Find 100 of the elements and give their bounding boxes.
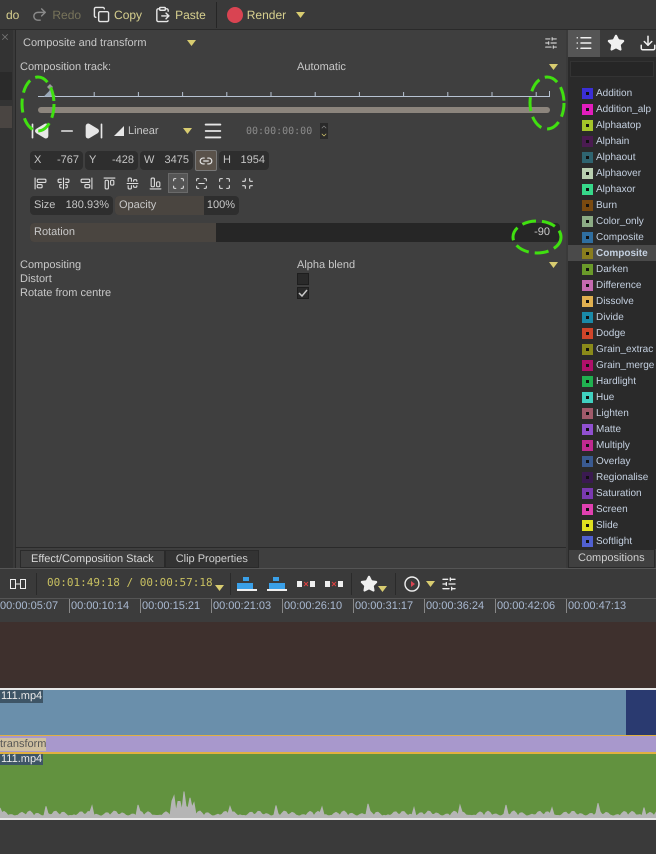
y-field[interactable]: Y -428 — [85, 151, 138, 170]
interpolation-dropdown[interactable]: Linear — [114, 122, 192, 140]
remove-icon[interactable] — [296, 578, 315, 588]
composition-item[interactable]: Alphaover — [568, 165, 656, 181]
copy-icon — [93, 6, 110, 23]
panel-tab[interactable]: Effect/Composition Stack — [20, 550, 165, 568]
align-icon — [102, 176, 116, 190]
caret-icon — [378, 586, 387, 592]
remove-icon[interactable] — [324, 578, 343, 588]
composition-item[interactable]: Alphaxor — [568, 181, 656, 197]
copy-button[interactable]: Copy — [87, 2, 148, 28]
checkbox[interactable] — [297, 287, 309, 299]
composition-name: transform — [0, 738, 46, 750]
parameter-label: Distort — [20, 272, 53, 286]
insert-icon[interactable] — [266, 576, 287, 590]
composition-item[interactable]: Multiply — [568, 437, 656, 453]
star-icon — [607, 34, 625, 52]
paste-icon — [154, 6, 172, 23]
composition-item[interactable]: Slide — [568, 517, 656, 533]
composition-item[interactable]: Addition_alp — [568, 101, 656, 117]
ruler-label: 00:00:15:21 — [140, 599, 211, 613]
zoom-scrollbar[interactable] — [38, 107, 550, 113]
link-button[interactable] — [195, 150, 217, 171]
composition-item[interactable]: Composite — [568, 229, 656, 245]
align-icon — [34, 176, 46, 190]
width-field[interactable]: W 3475 — [140, 151, 193, 170]
composition-item[interactable]: Saturation — [568, 485, 656, 501]
ruler-label: 00:00:47:13 — [566, 599, 637, 613]
dropdown-caret-icon — [296, 12, 306, 18]
ruler-label: 00:00:31:17 — [353, 599, 424, 613]
highlight-ellipse — [510, 218, 564, 256]
previous-keyframe-icon[interactable] — [30, 121, 50, 141]
close-icon[interactable] — [0, 32, 10, 42]
clip-name: 111.mp4 — [0, 754, 44, 765]
clip-name: 111.mp4 — [0, 690, 44, 703]
composition-item[interactable]: Burn — [568, 197, 656, 213]
effect-dropdown[interactable]: Composite and transform — [23, 34, 196, 52]
composition-item[interactable]: Alphaatop — [568, 117, 656, 133]
composition-item[interactable]: Difference — [568, 277, 656, 293]
align-icon — [126, 176, 138, 190]
ruler-label: 00:00:21:03 — [211, 599, 282, 613]
composition-item[interactable]: Regionalise — [568, 469, 656, 485]
ramp-icon — [114, 126, 124, 136]
ruler-label: 00:00:36:24 — [424, 599, 495, 613]
align-icon — [218, 176, 230, 190]
composition-item[interactable]: Hardlight — [568, 373, 656, 389]
composition-item[interactable]: Screen — [568, 501, 656, 517]
settings-icon[interactable] — [544, 36, 558, 50]
undo-button[interactable]: do — [0, 2, 26, 28]
caret-icon — [426, 580, 435, 586]
compositions-tab[interactable]: Compositions — [568, 549, 655, 568]
align-icon — [194, 176, 208, 190]
x-field[interactable]: X -767 — [30, 151, 83, 170]
composition-item[interactable]: Composite — [568, 245, 656, 261]
composition-item[interactable]: Grain_merge — [568, 357, 656, 373]
align-icon — [148, 176, 162, 190]
composition-item[interactable]: Matte — [568, 421, 656, 437]
align-icon — [172, 176, 184, 190]
settings-icon[interactable] — [440, 576, 457, 592]
height-field[interactable]: H 1954 — [219, 151, 269, 170]
caret-icon — [549, 262, 558, 268]
align-button[interactable] — [168, 173, 188, 193]
star-icon[interactable] — [360, 574, 378, 592]
size-field[interactable]: Size 180.93% — [30, 196, 113, 215]
composition-item[interactable]: Overlay — [568, 453, 656, 469]
split-icon[interactable] — [10, 578, 26, 588]
paste-button[interactable]: Paste — [148, 2, 212, 28]
caret-icon — [186, 40, 196, 46]
composition-item[interactable]: Alphain — [568, 133, 656, 149]
list-tab[interactable] — [568, 30, 600, 57]
render-button[interactable]: Render — [220, 2, 292, 28]
timecode-spinner[interactable] — [320, 123, 328, 139]
composition-item[interactable]: Hue — [568, 389, 656, 405]
composition-item[interactable]: Grain_extrac — [568, 341, 656, 357]
rotation-slider[interactable]: Rotation -90 — [30, 223, 560, 242]
checkbox[interactable] — [297, 273, 309, 285]
composition-item[interactable]: Dissolve — [568, 293, 656, 309]
align-icon — [80, 176, 92, 190]
composition-item[interactable]: Alphaout — [568, 149, 656, 165]
playback-icon[interactable] — [404, 576, 420, 592]
ruler-label: 00:00:05:07 — [0, 599, 69, 613]
insert-icon[interactable] — [236, 576, 257, 590]
timeline-timecode[interactable]: 00:01:49:18 / 00:00:57:18 — [47, 575, 213, 592]
ruler-label: 00:00:42:06 — [495, 599, 566, 613]
track-label: Composition track: — [20, 60, 112, 75]
composition-item[interactable]: Divide — [568, 309, 656, 325]
caret-icon — [549, 64, 558, 70]
composition-item[interactable]: Darken — [568, 261, 656, 277]
track-dropdown[interactable]: Automatic — [297, 58, 558, 76]
parameter-label: Rotate from centre — [20, 286, 112, 300]
redo-icon — [31, 6, 48, 23]
composition-item[interactable]: Color_only — [568, 213, 656, 229]
composition-item[interactable]: Softlight — [568, 533, 656, 549]
opacity-slider[interactable]: Opacity 100% — [115, 196, 239, 215]
composition-item[interactable]: Lighten — [568, 405, 656, 421]
compositing-dropdown[interactable]: Alpha blend — [297, 258, 558, 272]
composition-item[interactable]: Addition — [568, 85, 656, 101]
next-keyframe-icon[interactable] — [84, 121, 104, 141]
composition-item[interactable]: Dodge — [568, 325, 656, 341]
panel-tab[interactable]: Clip Properties — [164, 550, 259, 568]
